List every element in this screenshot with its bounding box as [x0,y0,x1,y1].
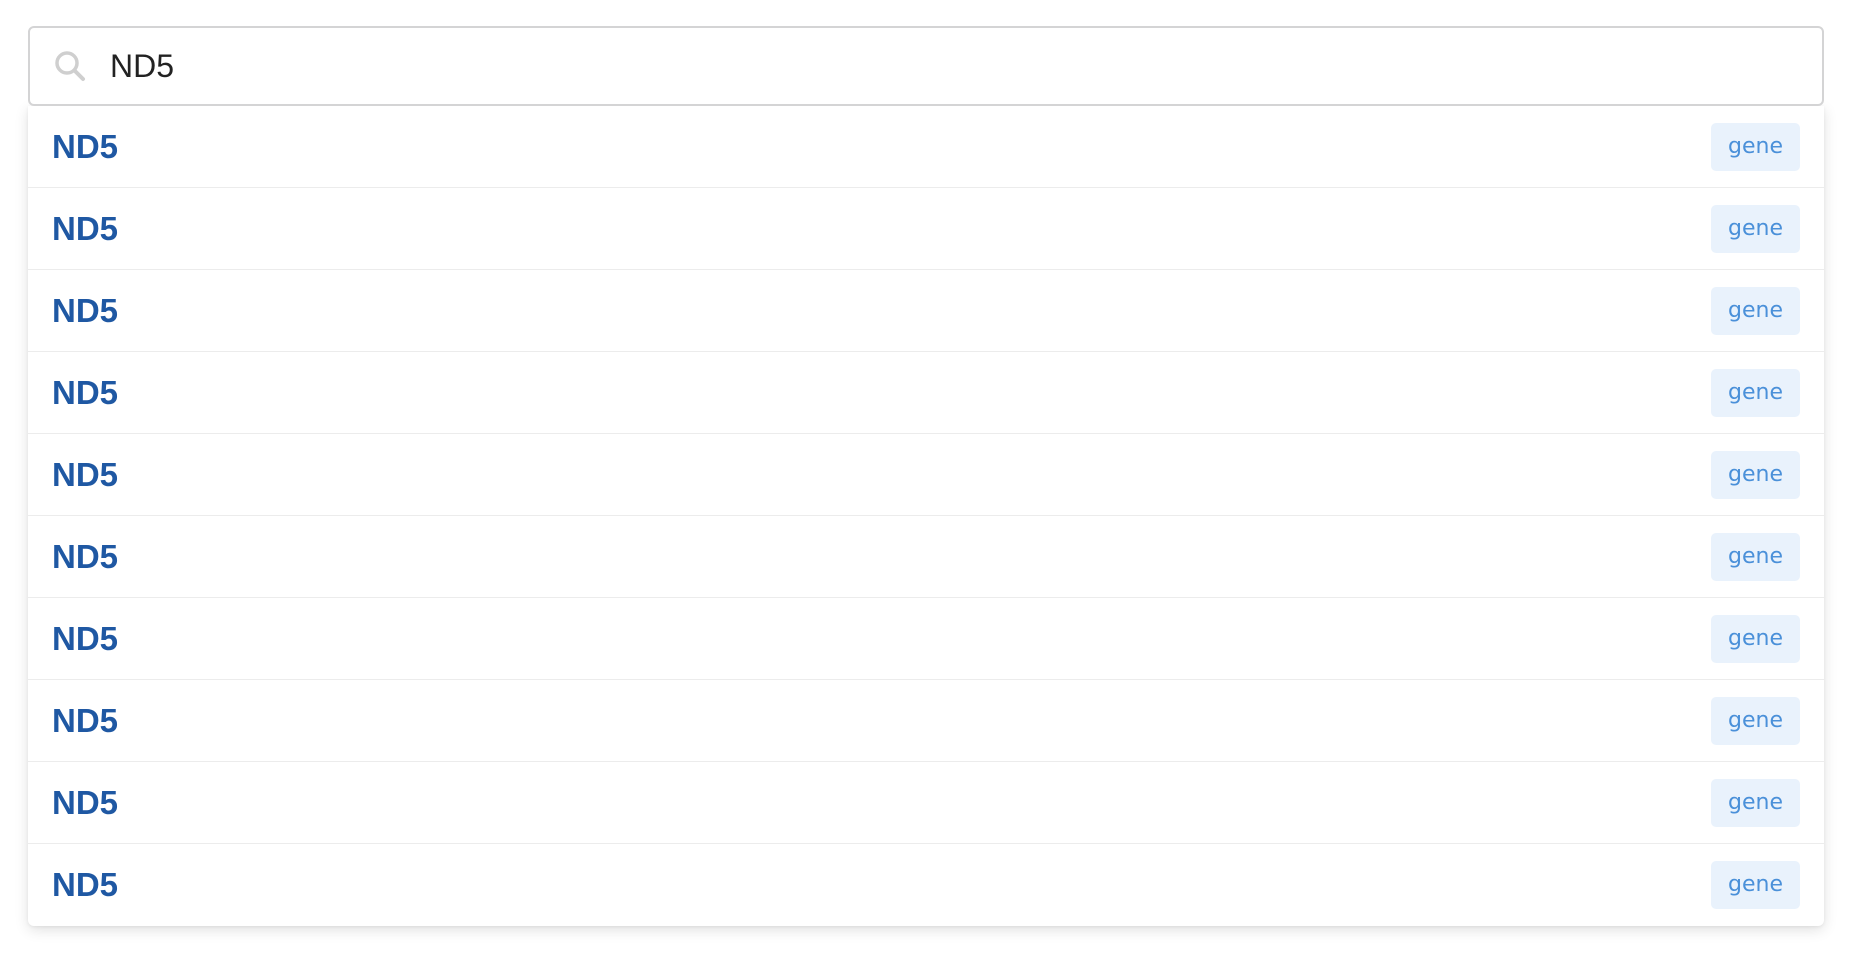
search-result-item[interactable]: ND5 gene [28,188,1824,270]
search-icon [52,48,88,84]
search-result-item[interactable]: ND5 gene [28,516,1824,598]
result-type-badge: gene [1711,368,1800,417]
result-title: ND5 [52,866,119,903]
result-type-badge: gene [1711,614,1800,663]
search-box[interactable] [28,26,1824,106]
result-title: ND5 [52,373,119,411]
result-type-badge: gene [1711,696,1800,745]
search-result-item[interactable]: ND5 gene [28,680,1824,762]
search-result-item[interactable]: ND5 gene [28,270,1824,352]
result-type-badge: gene [1711,778,1800,827]
search-results-dropdown: ND5 gene ND5 gene ND5 gene ND5 gene ND5 … [28,106,1824,926]
result-title: ND5 [52,455,119,493]
result-title: ND5 [52,783,119,821]
result-title: ND5 [52,619,119,657]
result-title: ND5 [52,209,119,247]
result-type-badge: gene [1711,204,1800,253]
result-title: ND5 [52,291,119,329]
search-result-item[interactable]: ND5 gene [28,844,1824,926]
result-type-badge: gene [1711,122,1800,171]
result-type-badge: gene [1711,532,1800,581]
search-result-item[interactable]: ND5 gene [28,434,1824,516]
result-type-badge: gene [1711,450,1800,499]
search-result-item[interactable]: ND5 gene [28,106,1824,188]
result-title: ND5 [52,127,119,165]
search-result-item[interactable]: ND5 gene [28,598,1824,680]
result-title: ND5 [52,701,119,739]
result-title: ND5 [52,537,119,575]
search-result-item[interactable]: ND5 gene [28,762,1824,844]
result-type-badge: gene [1711,861,1800,909]
search-result-item[interactable]: ND5 gene [28,352,1824,434]
search-input[interactable] [110,36,1790,96]
result-type-badge: gene [1711,286,1800,335]
search-widget: ND5 gene ND5 gene ND5 gene ND5 gene ND5 … [28,26,1824,926]
